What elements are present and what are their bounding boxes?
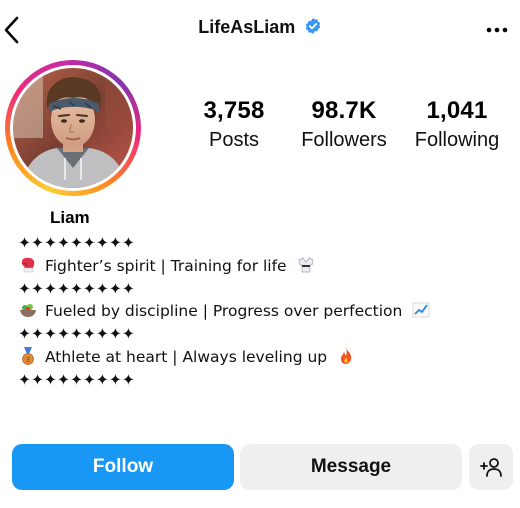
header-title-group: LifeAsLiam [0, 17, 520, 38]
profile-photo [13, 68, 133, 188]
stat-label: Posts [208, 129, 260, 151]
stat-followers[interactable]: 98.7K Followers [284, 97, 404, 152]
stat-value: 1,041 [426, 97, 488, 124]
follow-button[interactable]: Follow [12, 444, 234, 490]
top-bar: LifeAsLiam [0, 0, 520, 60]
bio-text: Fueled by discipline | Progress over per… [44, 302, 403, 321]
stat-label: Following [414, 129, 500, 151]
bio: ✦✦✦✦✦✦✦✦✦ Fighter’s spirit | Training fo… [18, 232, 433, 392]
bio-text: Athlete at heart | Always leveling up [44, 347, 328, 366]
bio-divider: ✦✦✦✦✦✦✦✦✦ [18, 325, 135, 344]
stat-label: Followers [301, 129, 387, 151]
stat-value: 98.7K [311, 97, 377, 124]
bio-divider: ✦✦✦✦✦✦✦✦✦ [18, 234, 135, 252]
fire-icon [336, 346, 358, 366]
bio-line: 3 Athlete at heart | Always leveling up [18, 346, 433, 369]
verified-badge-icon [305, 18, 320, 34]
bio-divider: ✦✦✦✦✦✦✦✦✦ [18, 370, 135, 389]
suggested-users-button[interactable] [469, 444, 513, 490]
stat-following[interactable]: 1,041 Following [397, 97, 517, 152]
stat-value: 3,758 [203, 97, 265, 124]
bio-line: Fighter’s spirit | Training for life [18, 255, 433, 278]
message-button[interactable]: Message [240, 444, 462, 490]
story-ring[interactable] [5, 60, 141, 196]
medal-icon: 3 [18, 346, 40, 366]
profile-username: LifeAsLiam [198, 17, 296, 37]
salad-bowl-icon [18, 300, 40, 320]
boxing-glove-icon [18, 255, 40, 275]
add-user-icon [480, 458, 502, 477]
more-options-button[interactable] [486, 20, 508, 40]
svg-text:3: 3 [26, 356, 30, 364]
bio-text: Fighter’s spirit | Training for life [44, 256, 287, 275]
martial-arts-uniform-icon [296, 255, 318, 275]
more-horizontal-icon [486, 27, 508, 33]
stat-posts[interactable]: 3,758 Posts [174, 97, 294, 152]
bio-divider: ✦✦✦✦✦✦✦✦✦ [18, 279, 135, 298]
bio-line: Fueled by discipline | Progress over per… [18, 300, 433, 323]
chart-increasing-icon [411, 300, 433, 320]
display-name: Liam [50, 208, 90, 227]
avatar[interactable] [13, 68, 133, 188]
